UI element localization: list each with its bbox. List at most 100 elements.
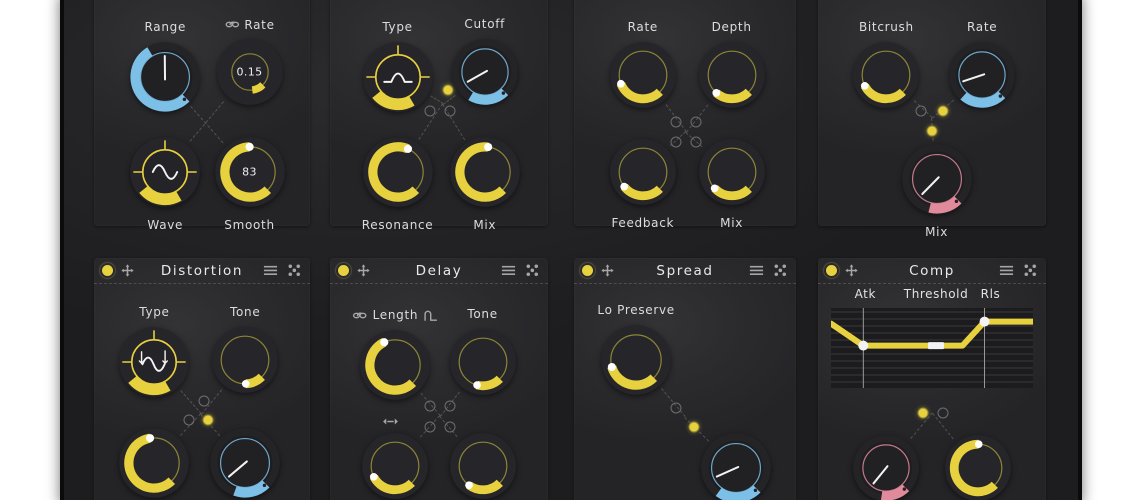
control-label-bitcrush: Bitcrush — [858, 19, 914, 34]
control-label-depth: Depth — [711, 19, 752, 34]
plugin-window: LFORange0.15RateWave83SmoothFilter 24Typ… — [0, 0, 1140, 500]
knob-depth[interactable] — [697, 40, 767, 110]
control-label-mix: Mix — [720, 215, 744, 230]
knob-range[interactable] — [128, 40, 202, 114]
module-bitcrusher[interactable]: BitcrusherBitcrushRateMix — [818, 0, 1046, 239]
control-label-mix: Mix — [925, 224, 948, 239]
controls-area-comp: AtkThresholdRlsGainMix — [818, 284, 1046, 500]
comp-curve-graph[interactable] — [828, 308, 1036, 388]
knob-mix[interactable] — [697, 137, 767, 207]
module-header-delay: Delay — [330, 258, 548, 284]
knob-smooth[interactable]: 83 — [213, 135, 287, 209]
knob-drive[interactable] — [117, 426, 191, 500]
controls-area-spread: Lo PreserveAmount — [574, 284, 796, 500]
scatter-icon[interactable] — [773, 263, 788, 278]
knob-wave[interactable] — [128, 135, 202, 209]
knob-amount[interactable] — [699, 431, 773, 500]
control-label-lo-preserve: Lo Preserve — [597, 302, 675, 317]
knob-rate[interactable] — [608, 40, 678, 110]
mod-slot-dot[interactable] — [937, 407, 949, 419]
knob-mix[interactable] — [448, 431, 518, 500]
control-label-smooth: Smooth — [224, 217, 275, 232]
scatter-icon[interactable] — [287, 263, 302, 278]
mod-slot-dot[interactable] — [444, 400, 456, 412]
module-spread[interactable]: SpreadLo PreserveAmount — [574, 258, 796, 500]
knob-tone[interactable] — [210, 325, 280, 395]
power-toggle-distortion[interactable] — [102, 265, 113, 276]
module-comp[interactable]: CompAtkThresholdRlsGainMix — [818, 258, 1046, 500]
mod-slot-dot[interactable] — [424, 400, 436, 412]
knob-type[interactable] — [361, 40, 435, 114]
comp-graph-label-rls: Rls — [980, 287, 1001, 301]
scatter-icon[interactable] — [1023, 263, 1038, 278]
module-filter24[interactable]: Filter 24TypeCutoffResonanceMix — [330, 0, 548, 232]
comp-graph-label-atk: Atk — [854, 287, 877, 301]
mod-slot-dot[interactable] — [202, 414, 214, 426]
power-toggle-comp[interactable] — [826, 265, 837, 276]
control-label-tone: Tone — [229, 304, 261, 319]
mod-slot-dot[interactable] — [183, 414, 195, 426]
move-icon[interactable] — [120, 263, 135, 278]
controls-area-delay: LengthToneFeedbackMix — [330, 284, 548, 500]
move-icon[interactable] — [600, 263, 615, 278]
control-label-wave: Wave — [147, 217, 184, 232]
module-header-spread: Spread — [574, 258, 796, 284]
control-label-mix: Mix — [473, 217, 497, 232]
knob-gain[interactable] — [851, 433, 921, 500]
knob-mix[interactable] — [943, 433, 1013, 500]
power-toggle-spread[interactable] — [582, 265, 593, 276]
pan-arrows-icon — [383, 418, 398, 425]
knob-rate[interactable] — [947, 40, 1017, 110]
controls-area-digital-chorus: Rate Depth Feedback Mix — [574, 0, 796, 230]
hamburger-icon[interactable] — [999, 263, 1014, 278]
mod-slot-dot[interactable] — [690, 116, 702, 128]
knob-feedback[interactable] — [608, 137, 678, 207]
module-distortion[interactable]: DistortionTypeToneDriveMix — [94, 258, 310, 500]
control-label-rate: Rate — [224, 17, 274, 35]
knob-cutoff[interactable] — [450, 37, 520, 107]
controls-area-distortion: TypeToneDriveMix — [94, 284, 310, 500]
move-icon[interactable] — [844, 263, 859, 278]
module-rack: LFORange0.15RateWave83SmoothFilter 24Typ… — [64, 0, 1078, 500]
knob-tone[interactable] — [448, 327, 518, 397]
scatter-icon[interactable] — [525, 263, 540, 278]
knob-type[interactable] — [117, 325, 191, 399]
pan-arrows-icon[interactable] — [382, 413, 399, 430]
knob-resonance[interactable] — [361, 135, 435, 209]
controls-area-filter24: Type Cutoff Resonance Mix — [330, 0, 548, 232]
hamburger-icon[interactable] — [749, 263, 764, 278]
module-header-distortion: Distortion — [94, 258, 310, 284]
control-label-resonance: Resonance — [361, 217, 434, 232]
knob-mix[interactable] — [208, 426, 282, 500]
control-label-text: Length — [372, 308, 419, 322]
mod-slot-dot[interactable] — [688, 421, 700, 433]
mod-slot-dot[interactable] — [926, 125, 938, 137]
mod-slot-dot[interactable] — [198, 395, 210, 407]
control-label-cutoff: Cutoff — [464, 17, 506, 32]
curve-icon[interactable] — [423, 308, 438, 323]
mod-slot-dot[interactable] — [670, 402, 682, 414]
knob-bitcrush[interactable] — [851, 40, 921, 110]
knob-mix[interactable] — [448, 135, 522, 209]
knob-feedback[interactable] — [360, 431, 430, 500]
power-toggle-delay[interactable] — [338, 265, 349, 276]
link-icon[interactable] — [353, 308, 368, 323]
mod-slot-dot[interactable] — [670, 116, 682, 128]
hamburger-icon[interactable] — [263, 263, 278, 278]
move-icon[interactable] — [356, 263, 371, 278]
control-label-rate: Rate — [966, 19, 998, 34]
module-lfo[interactable]: LFORange0.15RateWave83Smooth — [94, 0, 310, 232]
control-label-feedback: Feedback — [611, 215, 675, 230]
hamburger-icon[interactable] — [501, 263, 516, 278]
module-digital-chorus[interactable]: Digital ChorusRateDepthFeedbackMix — [574, 0, 796, 230]
knob-mix[interactable] — [900, 142, 974, 216]
knob-lo-preserve[interactable] — [599, 323, 673, 397]
mod-slot-dot[interactable] — [917, 407, 929, 419]
module-header-comp: Comp — [818, 258, 1046, 284]
knob-rate[interactable]: 0.15 — [215, 37, 285, 107]
control-label-tone: Tone — [467, 307, 498, 322]
knob-length[interactable] — [358, 328, 432, 402]
control-label-rate: Rate — [627, 19, 658, 34]
link-icon[interactable] — [224, 17, 239, 32]
module-delay[interactable]: DelayLengthToneFeedbackMix — [330, 258, 548, 500]
